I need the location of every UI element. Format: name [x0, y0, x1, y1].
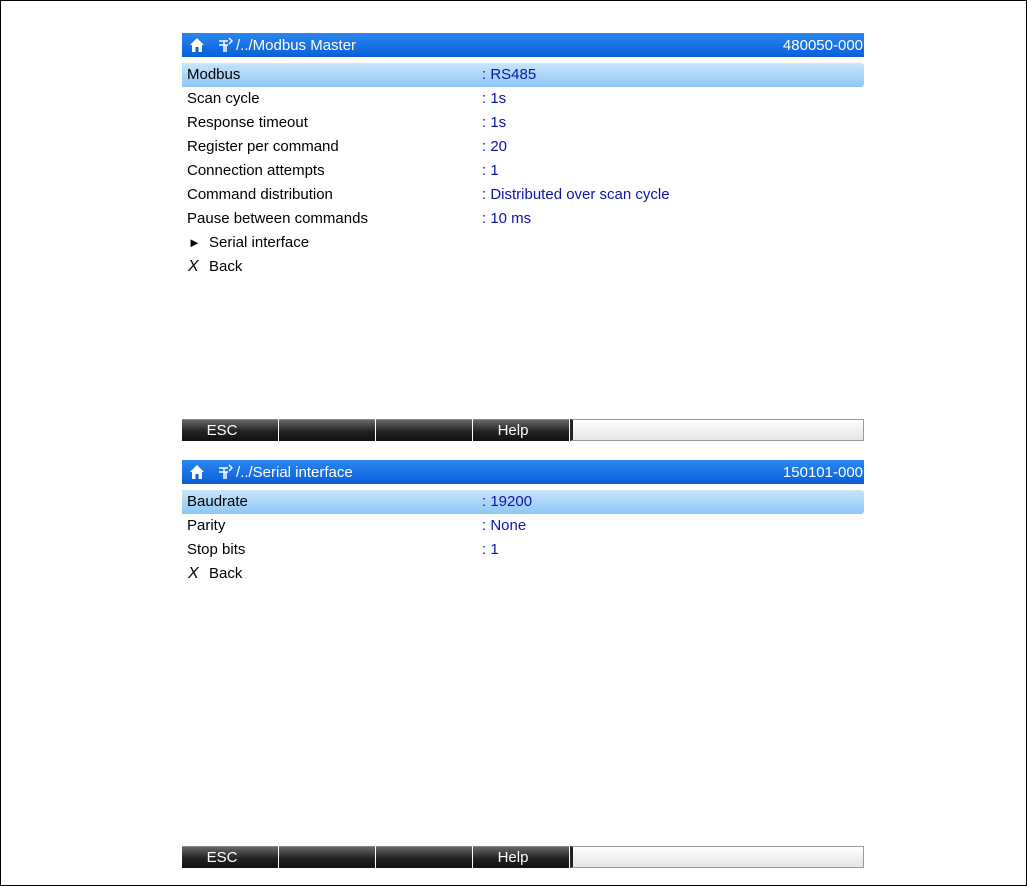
param-label: Register per command	[187, 138, 339, 155]
softkey-label: Help	[497, 422, 529, 439]
back-item[interactable]: X Back	[182, 255, 864, 279]
esc-softkey[interactable]: ESC	[182, 846, 278, 868]
menu-code: 150101-000	[782, 463, 863, 481]
softkey-label: ESC	[206, 422, 238, 439]
softkey-bar: ESC Help	[182, 846, 864, 868]
param-value: : 1	[482, 162, 499, 179]
modbus-master-screen: /../Modbus Master 480050-000 Modbus : RS…	[182, 33, 864, 441]
param-row-parity[interactable]: Parity : None	[182, 514, 864, 538]
param-value: : 1s	[482, 90, 507, 107]
param-row-modbus[interactable]: Modbus : RS485	[182, 63, 864, 87]
param-label: Baudrate	[187, 493, 248, 510]
back-label: Back	[209, 258, 243, 275]
param-row-connection-attempts[interactable]: Connection attempts : 1	[182, 159, 864, 183]
title-bar: /../Serial interface 150101-000	[182, 460, 864, 484]
title-bar: /../Modbus Master 480050-000	[182, 33, 864, 57]
back-item[interactable]: X Back	[182, 562, 864, 586]
submenu-label: Serial interface	[209, 234, 310, 251]
softkey-label: ESC	[206, 849, 238, 866]
param-value: : Distributed over scan cycle	[482, 186, 670, 203]
softkey-2[interactable]	[279, 846, 375, 868]
back-label: Back	[209, 565, 243, 582]
param-row-baudrate[interactable]: Baudrate : 19200	[182, 490, 864, 514]
param-label: Command distribution	[187, 186, 333, 203]
home-icon[interactable]	[189, 37, 205, 53]
softkey-status-area	[570, 419, 864, 441]
param-value: : RS485	[482, 66, 537, 83]
param-label: Parity	[187, 517, 226, 534]
param-label: Stop bits	[187, 541, 246, 558]
param-value: : None	[482, 517, 527, 534]
param-value: : 20	[482, 138, 508, 155]
param-value: : 1s	[482, 114, 507, 131]
parameter-list: Modbus : RS485 Scan cycle : 1s Response …	[182, 63, 864, 279]
softkey-bar: ESC Help	[182, 419, 864, 441]
param-label: Modbus	[187, 66, 241, 83]
param-value: : 19200	[482, 493, 533, 510]
home-icon[interactable]	[189, 464, 205, 480]
help-softkey[interactable]: Help	[473, 419, 569, 441]
title-path: /../Serial interface	[236, 463, 353, 481]
param-row-response-timeout[interactable]: Response timeout : 1s	[182, 111, 864, 135]
parameter-list: Baudrate : 19200 Parity : None Stop bits…	[182, 490, 864, 586]
param-label: Pause between commands	[187, 210, 368, 227]
param-row-stop-bits[interactable]: Stop bits : 1	[182, 538, 864, 562]
softkey-2[interactable]	[279, 419, 375, 441]
menu-code: 480050-000	[782, 36, 863, 54]
menu-tree-icon	[219, 37, 233, 52]
title-path: /../Modbus Master	[236, 36, 357, 54]
softkey-3[interactable]	[376, 846, 472, 868]
serial-interface-screen: /../Serial interface 150101-000 Baudrate…	[182, 460, 864, 868]
figure-frame: /../Modbus Master 480050-000 Modbus : RS…	[0, 0, 1027, 886]
help-softkey[interactable]: Help	[473, 846, 569, 868]
triangle-right-icon: ►	[188, 235, 201, 250]
softkey-3[interactable]	[376, 419, 472, 441]
param-label: Response timeout	[187, 114, 308, 131]
param-row-pause-between-commands[interactable]: Pause between commands : 10 ms	[182, 207, 864, 231]
x-back-icon: X	[188, 258, 199, 275]
softkey-status-area	[570, 846, 864, 868]
menu-tree-icon	[219, 464, 233, 479]
param-row-scan-cycle[interactable]: Scan cycle : 1s	[182, 87, 864, 111]
x-back-icon: X	[188, 565, 199, 582]
param-row-register-per-command[interactable]: Register per command : 20	[182, 135, 864, 159]
param-row-command-distribution[interactable]: Command distribution : Distributed over …	[182, 183, 864, 207]
softkey-label: Help	[497, 849, 529, 866]
param-value: : 10 ms	[482, 210, 532, 227]
param-value: : 1	[482, 541, 499, 558]
esc-softkey[interactable]: ESC	[182, 419, 278, 441]
param-label: Scan cycle	[187, 90, 260, 107]
param-label: Connection attempts	[187, 162, 325, 179]
submenu-serial-interface[interactable]: ► Serial interface	[182, 231, 864, 255]
